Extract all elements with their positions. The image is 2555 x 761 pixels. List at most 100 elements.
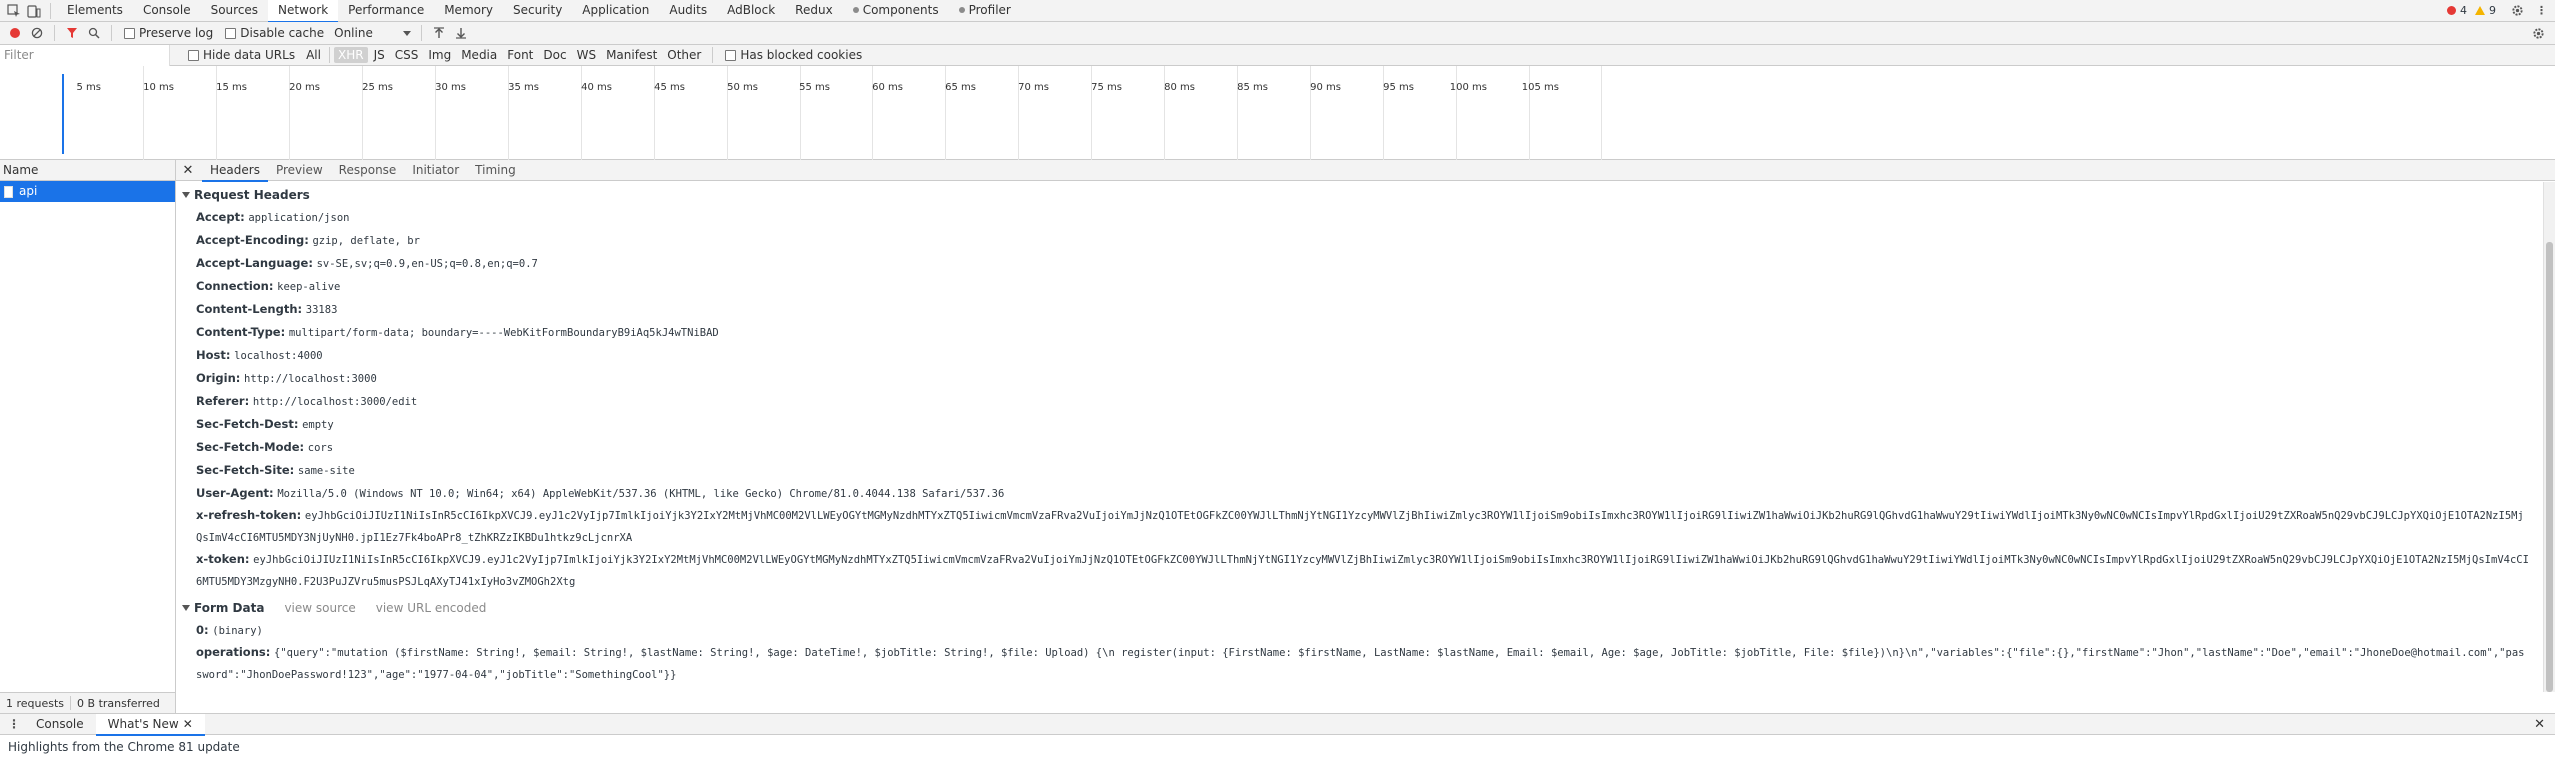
throttling-select[interactable]: Online bbox=[334, 26, 411, 40]
tab-profiler[interactable]: Profiler bbox=[949, 0, 1021, 22]
header-name: 0: bbox=[196, 623, 209, 637]
timeline-gridline bbox=[508, 66, 509, 160]
checkbox-box[interactable] bbox=[124, 27, 135, 39]
preserve-log-checkbox[interactable]: Preserve log bbox=[124, 26, 213, 40]
header-row: Accept-Encoding: gzip, deflate, br bbox=[182, 229, 2536, 252]
timeline-tick-label: 60 ms bbox=[872, 82, 903, 93]
blocked-cookies-checkbox[interactable]: Has blocked cookies bbox=[725, 48, 862, 62]
filter-type-img[interactable]: Img bbox=[424, 47, 455, 63]
tab-timing[interactable]: Timing bbox=[467, 160, 524, 181]
tab-label: Security bbox=[513, 2, 563, 17]
whats-new-content: Highlights from the Chrome 81 update bbox=[8, 740, 240, 754]
timeline-overview[interactable]: 5 ms 10 ms 15 ms 20 ms 25 ms 30 ms 35 ms 40 ms 4… bbox=[0, 66, 2555, 160]
header-name: map: bbox=[196, 690, 229, 692]
view-url-encoded-link[interactable]: view URL encoded bbox=[376, 597, 487, 619]
clear-icon[interactable] bbox=[26, 22, 48, 44]
tab-elements[interactable]: Elements bbox=[57, 0, 133, 22]
header-row: Referer: http://localhost:3000/edit bbox=[182, 390, 2536, 413]
disable-cache-checkbox[interactable]: Disable cache bbox=[225, 26, 324, 40]
header-row: map: {"0":["variables.file"]} bbox=[182, 686, 2536, 692]
request-headers-list: Accept: application/json Accept-Encoding:… bbox=[182, 206, 2536, 593]
close-tab-icon[interactable]: ✕ bbox=[183, 717, 193, 731]
filter-type-all[interactable]: All bbox=[302, 47, 325, 63]
issues-counter[interactable]: 4 9 ⋮ bbox=[2447, 4, 2555, 18]
tab-label: Application bbox=[582, 2, 650, 17]
tab-components[interactable]: Components bbox=[843, 0, 949, 22]
hide-data-urls-checkbox[interactable]: Hide data URLs bbox=[188, 48, 295, 62]
record-icon[interactable] bbox=[4, 22, 26, 44]
devtools-main-tabbar: Elements Console Sources Network Performance… bbox=[0, 0, 2555, 23]
filter-type-ws[interactable]: WS bbox=[573, 47, 600, 63]
request-row[interactable]: api bbox=[0, 181, 175, 202]
drawer-tab-what-s-new[interactable]: What's New ✕ bbox=[95, 713, 205, 736]
filter-type-xhr[interactable]: XHR bbox=[333, 47, 368, 63]
expand-triangle-icon bbox=[182, 605, 190, 611]
filter-type-other[interactable]: Other bbox=[663, 47, 705, 63]
form-data-section[interactable]: Form Data view source view URL encoded bbox=[182, 597, 2536, 619]
filter-icon[interactable] bbox=[61, 22, 83, 44]
inspect-element-icon[interactable] bbox=[4, 1, 24, 21]
checkbox-box[interactable] bbox=[725, 49, 737, 61]
close-drawer-icon[interactable]: ✕ bbox=[2534, 717, 2545, 732]
name-column-header[interactable]: Name bbox=[0, 160, 175, 181]
filter-type-doc[interactable]: Doc bbox=[539, 47, 570, 63]
tab-security[interactable]: Security bbox=[503, 0, 572, 22]
header-name: Origin: bbox=[196, 371, 241, 385]
tab-headers[interactable]: Headers bbox=[202, 160, 268, 182]
timeline-tick-label: 40 ms bbox=[581, 82, 612, 93]
checkbox-box[interactable] bbox=[225, 27, 237, 39]
network-toolbar: Preserve log Disable cache Online bbox=[0, 22, 2555, 45]
timeline-gridline bbox=[143, 66, 144, 160]
tab-application[interactable]: Application bbox=[572, 0, 659, 22]
timeline-gridline bbox=[1164, 66, 1165, 160]
export-har-icon[interactable] bbox=[450, 22, 472, 44]
drawer-menu-icon[interactable]: ⋮ bbox=[4, 717, 24, 731]
timeline-tick-label: 5 ms bbox=[76, 82, 102, 93]
more-options-icon[interactable]: ⋮ bbox=[2536, 4, 2547, 17]
tab-console[interactable]: Console bbox=[133, 0, 201, 22]
tab-adblock[interactable]: AdBlock bbox=[717, 0, 785, 22]
timeline-tick-label: 45 ms bbox=[654, 82, 685, 93]
filter-input[interactable]: Filter bbox=[0, 44, 170, 66]
close-icon[interactable]: ✕ bbox=[180, 163, 196, 178]
tab-initiator[interactable]: Initiator bbox=[404, 160, 467, 181]
filter-type-font[interactable]: Font bbox=[503, 47, 537, 63]
header-name: Sec-Fetch-Site: bbox=[196, 463, 295, 477]
tab-memory[interactable]: Memory bbox=[434, 0, 503, 22]
filter-type-media[interactable]: Media bbox=[457, 47, 501, 63]
preserve-log-label: Preserve log bbox=[139, 26, 214, 40]
view-source-link[interactable]: view source bbox=[284, 597, 355, 619]
tab-preview[interactable]: Preview bbox=[268, 160, 331, 181]
filter-type-js[interactable]: JS bbox=[370, 47, 389, 63]
vertical-scrollbar[interactable] bbox=[2543, 182, 2555, 692]
filter-type-css[interactable]: CSS bbox=[391, 47, 423, 63]
request-headers-section[interactable]: Request Headers bbox=[182, 184, 2536, 206]
header-value: (binary) bbox=[212, 625, 263, 637]
settings-gear-icon[interactable] bbox=[2510, 4, 2524, 18]
timeline-gridline bbox=[1383, 66, 1384, 160]
tab-performance[interactable]: Performance bbox=[338, 0, 434, 22]
header-row: x-token: eyJhbGciOiJIUzI1NiIsInR5cCI6Ikp… bbox=[182, 549, 2536, 593]
tab-response[interactable]: Response bbox=[331, 160, 405, 181]
tab-redux[interactable]: Redux bbox=[785, 0, 843, 22]
disable-cache-label: Disable cache bbox=[240, 26, 325, 40]
file-icon bbox=[4, 185, 13, 198]
tab-sources[interactable]: Sources bbox=[201, 0, 268, 22]
filter-type-manifest[interactable]: Manifest bbox=[602, 47, 661, 63]
search-icon[interactable] bbox=[83, 22, 105, 44]
header-value: http://localhost:3000/edit bbox=[252, 396, 418, 408]
header-name: x-refresh-token: bbox=[196, 508, 302, 522]
checkbox-box[interactable] bbox=[188, 49, 199, 61]
import-har-icon[interactable] bbox=[428, 22, 450, 44]
timeline-tick-label: 70 ms bbox=[1018, 82, 1049, 93]
tab-audits[interactable]: Audits bbox=[659, 0, 717, 22]
drawer-tab-console[interactable]: Console bbox=[24, 714, 96, 735]
divider bbox=[54, 25, 55, 41]
blocked-cookies-label: Has blocked cookies bbox=[740, 48, 863, 62]
network-settings-gear-icon[interactable] bbox=[2527, 22, 2549, 44]
header-value: {"query":"mutation ($firstName: String!,… bbox=[196, 647, 2525, 681]
scrollbar-thumb[interactable] bbox=[2546, 242, 2553, 692]
tab-network[interactable]: Network bbox=[268, 0, 339, 23]
tab-label: What's New bbox=[107, 716, 179, 731]
device-toolbar-icon[interactable] bbox=[24, 1, 44, 21]
